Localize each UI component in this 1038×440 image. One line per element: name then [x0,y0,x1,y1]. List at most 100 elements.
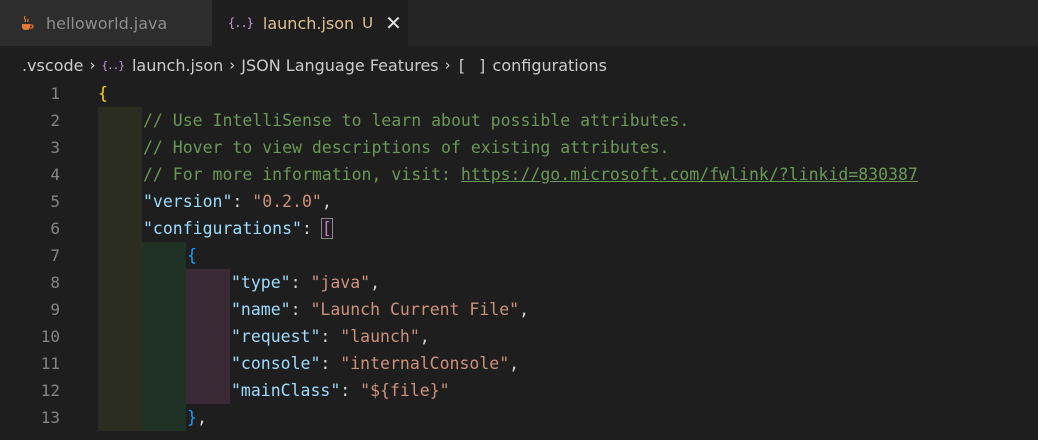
chevron-right-icon: › [89,56,96,74]
line-number: 2 [50,111,60,130]
code-line: 8 "type": "java", [0,269,1038,296]
line-number: 7 [50,246,60,265]
line-content: "mainClass": "${file}" [231,377,450,404]
line-number: 3 [50,138,60,157]
line-number: 11 [40,354,60,373]
brace-close: } [187,408,197,427]
tab-helloworld-java[interactable]: helloworld.java [0,0,212,46]
indent-guide [142,350,186,377]
indent-guide [98,404,142,431]
line-content: "configurations": [ [143,215,333,242]
code-line: 11 "console": "internalConsole", [0,350,1038,377]
line-content: // Hover to view descriptions of existin… [143,134,670,161]
code-line: 5 "version": "0.2.0", [0,188,1038,215]
comma: , [196,408,207,427]
line-content: "type": "java", [231,269,380,296]
line-number: 5 [50,192,60,211]
line-content: // Use IntelliSense to learn about possi… [143,107,689,134]
tab-label: launch.json [262,13,355,33]
tab-bar: helloworld.java {..} launch.json U ✕ [0,0,1038,46]
array-icon: [ ] [456,55,489,75]
breadcrumb-item-vscode[interactable]: .vscode [22,56,83,75]
code-editor[interactable]: 1 { 2 // Use IntelliSense to learn about… [0,80,1038,440]
json-file-icon: {..} [228,16,254,30]
indent-guide [186,377,230,404]
tab-launch-json[interactable]: {..} launch.json U ✕ [212,0,408,46]
breadcrumb-item-configurations[interactable]: configurations [493,56,607,75]
breadcrumb-item-launch-json[interactable]: launch.json [132,56,223,75]
breadcrumb-item-json-language-features[interactable]: JSON Language Features [241,56,438,75]
comment: // Hover to view descriptions of existin… [143,138,670,157]
colon: : [290,300,311,319]
line-number: 12 [40,381,60,400]
comma: , [321,192,332,211]
indent-guide [142,242,186,269]
line-number: 13 [40,408,60,427]
comment: // Use IntelliSense to learn about possi… [143,111,690,130]
indent-guide [98,161,142,188]
json-value: "0.2.0" [252,192,322,211]
colon: : [232,192,253,211]
colon: : [320,327,341,346]
indent-guide [186,350,230,377]
indent-guide [142,404,186,431]
code-line: 4 // For more information, visit: https:… [0,161,1038,188]
line-content: "request": "launch", [231,323,430,350]
indent-guide [98,188,142,215]
code-line: 13 }, [0,404,1038,431]
indent-guide [186,296,230,323]
indent-guide [98,242,142,269]
json-key: "version" [143,192,233,211]
code-line: 2 // Use IntelliSense to learn about pos… [0,107,1038,134]
code-line: 1 { [0,80,1038,107]
json-key: "console" [231,354,321,373]
json-key: "name" [231,300,291,319]
close-icon[interactable]: ✕ [385,13,402,33]
line-number: 4 [50,165,60,184]
line-content: }, [187,404,207,431]
comment: // For more information, visit: [143,165,461,184]
indent-guide [98,215,142,242]
chevron-right-icon: › [229,56,236,74]
colon: : [320,354,341,373]
java-file-icon [20,15,34,31]
line-content: // For more information, visit: https://… [143,161,918,188]
colon: : [290,273,311,292]
code-line: 7 { [0,242,1038,269]
code-line: 3 // Hover to view descriptions of exist… [0,134,1038,161]
comma: , [509,354,520,373]
line-content: "version": "0.2.0", [143,188,332,215]
breadcrumb: .vscode › {..} launch.json › JSON Langua… [22,52,607,78]
indent-guide [142,296,186,323]
line-content: { [187,242,197,269]
line-number: 6 [50,219,60,238]
docs-link[interactable]: https://go.microsoft.com/fwlink/?linkid=… [461,165,918,184]
untracked-status-badge: U [362,14,374,32]
json-value: "${file}" [360,381,450,400]
code-line: 12 "mainClass": "${file}" [0,377,1038,404]
line-number: 10 [40,327,60,346]
colon: : [340,381,361,400]
line-content: "console": "internalConsole", [231,350,519,377]
json-value: "internalConsole" [340,354,510,373]
indent-guide [98,323,142,350]
bracket-open-highlighted: [ [320,218,333,239]
code-line: 10 "request": "launch", [0,323,1038,350]
indent-guide [98,377,142,404]
code-line: 6 "configurations": [ [0,215,1038,242]
json-key: "request" [231,327,321,346]
indent-guide [186,269,230,296]
line-number: 1 [50,84,60,103]
line-content: { [98,80,108,107]
brace-open: { [187,246,197,265]
indent-guide [142,377,186,404]
json-key: "type" [231,273,291,292]
line-content: "name": "Launch Current File", [231,296,529,323]
tab-label: helloworld.java [46,13,168,33]
json-key: "configurations" [143,219,302,238]
colon: : [301,219,322,238]
indent-guide [98,107,142,134]
indent-guide [98,134,142,161]
json-value: "Launch Current File" [310,300,520,319]
indent-guide [98,296,142,323]
